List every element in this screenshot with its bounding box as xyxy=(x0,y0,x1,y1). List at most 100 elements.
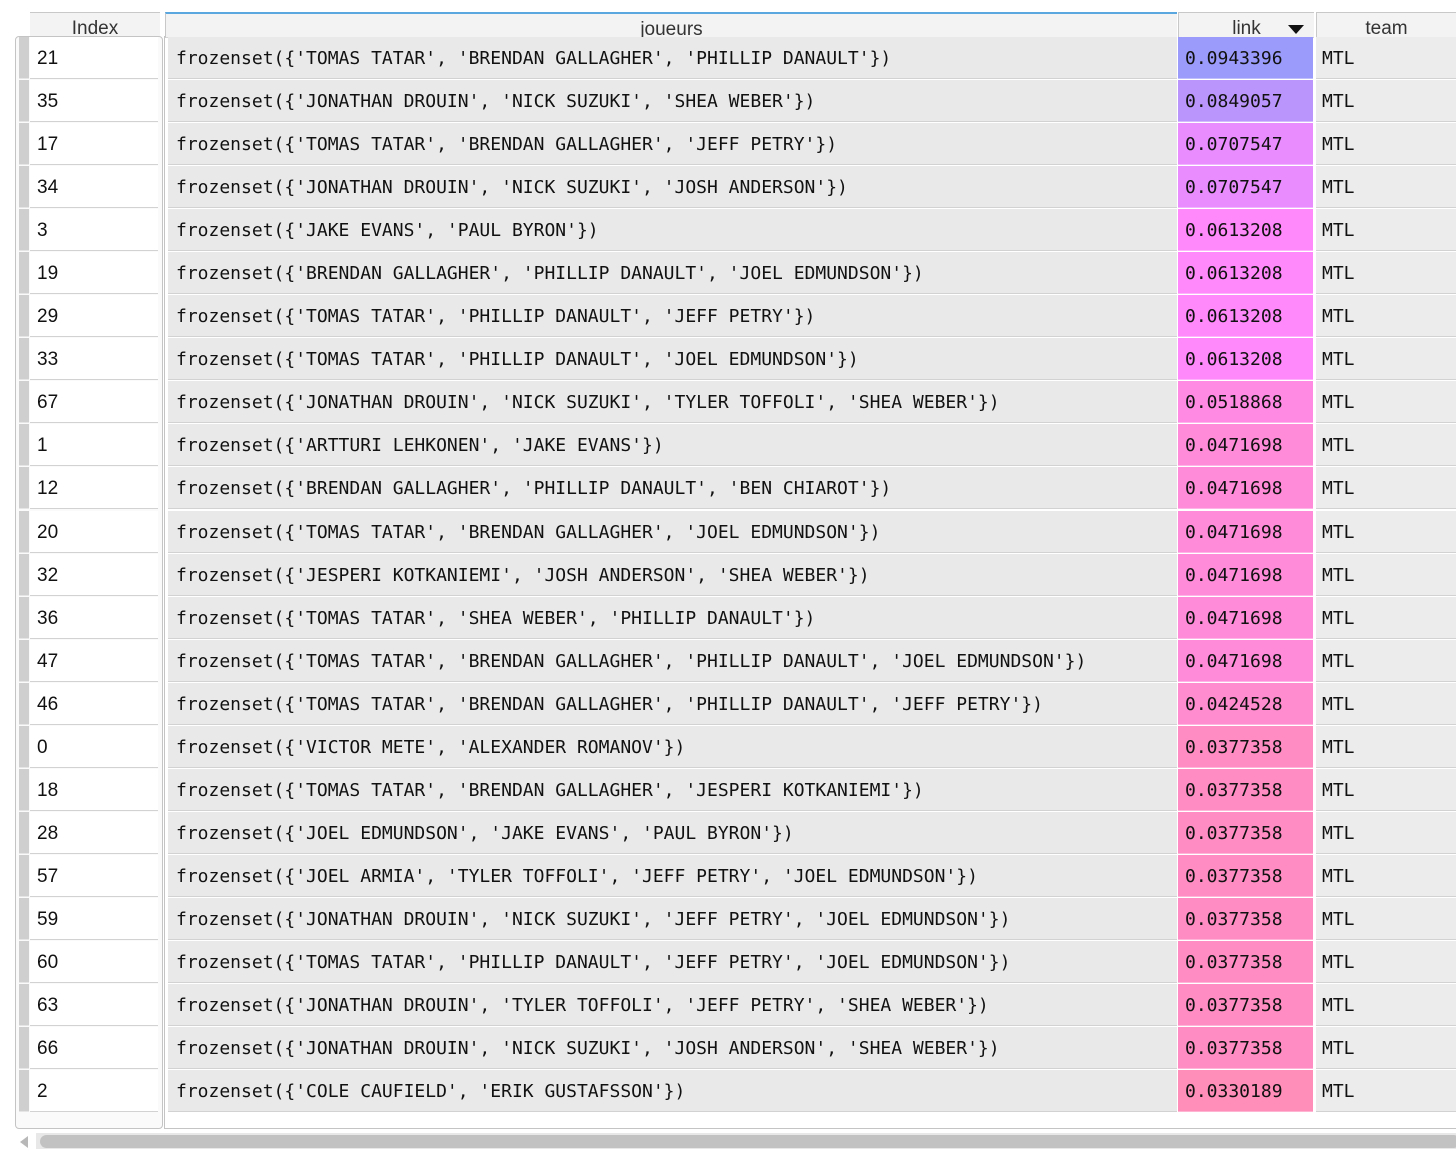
table-row[interactable]: 32 frozenset({'JESPERI KOTKANIEMI', 'JOSH… xyxy=(0,553,1456,597)
table-row[interactable]: 63 frozenset({'JONATHAN DROUIN', 'TYLER T… xyxy=(0,984,1456,1027)
joueurs-cell[interactable]: frozenset({'TOMAS TATAR', 'BRENDAN GALLA… xyxy=(168,510,1177,553)
index-cell[interactable]: 1 xyxy=(30,424,158,467)
index-cell[interactable]: 66 xyxy=(30,1027,158,1070)
link-cell[interactable]: 0.0471698 xyxy=(1178,553,1313,596)
index-cell[interactable]: 3 xyxy=(30,209,158,252)
team-cell[interactable]: MTL xyxy=(1316,37,1456,79)
team-cell[interactable]: MTL xyxy=(1316,984,1456,1027)
link-cell[interactable]: 0.0471698 xyxy=(1178,424,1313,467)
column-header-link[interactable]: link xyxy=(1178,12,1314,38)
joueurs-cell[interactable]: frozenset({'TOMAS TATAR', 'BRENDAN GALLA… xyxy=(168,768,1177,811)
link-cell[interactable]: 0.0943396 xyxy=(1178,37,1313,79)
team-cell[interactable]: MTL xyxy=(1316,768,1456,811)
index-cell[interactable]: 36 xyxy=(30,596,158,639)
index-cell[interactable]: 59 xyxy=(30,897,158,940)
link-cell[interactable]: 0.0377358 xyxy=(1178,1027,1313,1070)
scrollbar-thumb[interactable] xyxy=(40,1135,1456,1148)
team-cell[interactable]: MTL xyxy=(1316,424,1456,467)
index-cell[interactable]: 19 xyxy=(30,252,158,295)
team-cell[interactable]: MTL xyxy=(1316,854,1456,897)
column-header-joueurs[interactable]: joueurs xyxy=(165,12,1177,38)
table-row[interactable]: 60 frozenset({'TOMAS TATAR', 'PHILLIP DAN… xyxy=(0,940,1456,984)
table-row[interactable]: 17 frozenset({'TOMAS TATAR', 'BRENDAN GAL… xyxy=(0,123,1456,166)
team-cell[interactable]: MTL xyxy=(1316,510,1456,553)
team-cell[interactable]: MTL xyxy=(1316,80,1456,123)
team-cell[interactable]: MTL xyxy=(1316,725,1456,768)
table-row[interactable]: 34 frozenset({'JONATHAN DROUIN', 'NICK SU… xyxy=(0,166,1456,209)
table-row[interactable]: 57 frozenset({'JOEL ARMIA', 'TYLER TOFFOL… xyxy=(0,854,1456,898)
link-cell[interactable]: 0.0707547 xyxy=(1178,166,1313,209)
joueurs-cell[interactable]: frozenset({'TOMAS TATAR', 'PHILLIP DANAU… xyxy=(168,940,1177,983)
team-cell[interactable]: MTL xyxy=(1316,811,1456,854)
table-row[interactable]: 28 frozenset({'JOEL EDMUNDSON', 'JAKE EVA… xyxy=(0,811,1456,855)
table-row[interactable]: 1 frozenset({'ARTTURI LEHKONEN', 'JAKE EV… xyxy=(0,424,1456,467)
link-cell[interactable]: 0.0471698 xyxy=(1178,510,1313,553)
team-cell[interactable]: MTL xyxy=(1316,639,1456,682)
joueurs-cell[interactable]: frozenset({'JONATHAN DROUIN', 'NICK SUZU… xyxy=(168,381,1177,424)
index-cell[interactable]: 28 xyxy=(30,811,158,854)
joueurs-cell[interactable]: frozenset({'BRENDAN GALLAGHER', 'PHILLIP… xyxy=(168,467,1177,510)
joueurs-cell[interactable]: frozenset({'TOMAS TATAR', 'BRENDAN GALLA… xyxy=(168,639,1177,682)
team-cell[interactable]: MTL xyxy=(1316,553,1456,596)
link-cell[interactable]: 0.0377358 xyxy=(1178,940,1313,983)
link-cell[interactable]: 0.0377358 xyxy=(1178,811,1313,854)
table-row[interactable]: 19 frozenset({'BRENDAN GALLAGHER', 'PHILL… xyxy=(0,252,1456,295)
index-cell[interactable]: 63 xyxy=(30,984,158,1027)
column-header-team[interactable]: team xyxy=(1316,12,1456,38)
index-cell[interactable]: 2 xyxy=(30,1070,158,1113)
link-cell[interactable]: 0.0471698 xyxy=(1178,639,1313,682)
link-cell[interactable]: 0.0613208 xyxy=(1178,338,1313,381)
team-cell[interactable]: MTL xyxy=(1316,940,1456,983)
link-cell[interactable]: 0.0518868 xyxy=(1178,381,1313,424)
link-cell[interactable]: 0.0471698 xyxy=(1178,467,1313,510)
joueurs-cell[interactable]: frozenset({'TOMAS TATAR', 'BRENDAN GALLA… xyxy=(168,37,1177,79)
joueurs-cell[interactable]: frozenset({'COLE CAUFIELD', 'ERIK GUSTAF… xyxy=(168,1070,1177,1113)
joueurs-cell[interactable]: frozenset({'BRENDAN GALLAGHER', 'PHILLIP… xyxy=(168,252,1177,295)
joueurs-cell[interactable]: frozenset({'JAKE EVANS', 'PAUL BYRON'}) xyxy=(168,209,1177,252)
team-cell[interactable]: MTL xyxy=(1316,123,1456,166)
index-cell[interactable]: 34 xyxy=(30,166,158,209)
joueurs-cell[interactable]: frozenset({'ARTTURI LEHKONEN', 'JAKE EVA… xyxy=(168,424,1177,467)
team-cell[interactable]: MTL xyxy=(1316,295,1456,338)
scroll-left-arrow-icon[interactable] xyxy=(20,1136,28,1148)
link-cell[interactable]: 0.0377358 xyxy=(1178,725,1313,768)
link-cell[interactable]: 0.0613208 xyxy=(1178,295,1313,338)
horizontal-scrollbar[interactable] xyxy=(20,1133,1456,1149)
index-cell[interactable]: 0 xyxy=(30,725,158,768)
link-cell[interactable]: 0.0613208 xyxy=(1178,252,1313,295)
team-cell[interactable]: MTL xyxy=(1316,381,1456,424)
table-row[interactable]: 67 frozenset({'JONATHAN DROUIN', 'NICK SU… xyxy=(0,381,1456,424)
table-row[interactable]: 46 frozenset({'TOMAS TATAR', 'BRENDAN GAL… xyxy=(0,682,1456,726)
joueurs-cell[interactable]: frozenset({'TOMAS TATAR', 'BRENDAN GALLA… xyxy=(168,123,1177,166)
team-cell[interactable]: MTL xyxy=(1316,1027,1456,1070)
joueurs-cell[interactable]: frozenset({'JONATHAN DROUIN', 'NICK SUZU… xyxy=(168,897,1177,940)
link-cell[interactable]: 0.0377358 xyxy=(1178,984,1313,1027)
sort-descending-icon[interactable] xyxy=(1288,25,1304,34)
table-row[interactable]: 21 frozenset({'TOMAS TATAR', 'BRENDAN GAL… xyxy=(0,37,1456,80)
team-cell[interactable]: MTL xyxy=(1316,897,1456,940)
joueurs-cell[interactable]: frozenset({'TOMAS TATAR', 'PHILLIP DANAU… xyxy=(168,338,1177,381)
index-cell[interactable]: 60 xyxy=(30,940,158,983)
joueurs-cell[interactable]: frozenset({'JONATHAN DROUIN', 'NICK SUZU… xyxy=(168,80,1177,123)
team-cell[interactable]: MTL xyxy=(1316,252,1456,295)
joueurs-cell[interactable]: frozenset({'JOEL ARMIA', 'TYLER TOFFOLI'… xyxy=(168,854,1177,897)
link-cell[interactable]: 0.0707547 xyxy=(1178,123,1313,166)
table-row[interactable]: 20 frozenset({'TOMAS TATAR', 'BRENDAN GAL… xyxy=(0,510,1456,554)
link-cell[interactable]: 0.0377358 xyxy=(1178,897,1313,940)
joueurs-cell[interactable]: frozenset({'TOMAS TATAR', 'BRENDAN GALLA… xyxy=(168,682,1177,725)
table-row[interactable]: 35 frozenset({'JONATHAN DROUIN', 'NICK SU… xyxy=(0,80,1456,123)
joueurs-cell[interactable]: frozenset({'VICTOR METE', 'ALEXANDER ROM… xyxy=(168,725,1177,768)
link-cell[interactable]: 0.0471698 xyxy=(1178,596,1313,639)
joueurs-cell[interactable]: frozenset({'JOEL EDMUNDSON', 'JAKE EVANS… xyxy=(168,811,1177,854)
link-cell[interactable]: 0.0377358 xyxy=(1178,768,1313,811)
table-row[interactable]: 36 frozenset({'TOMAS TATAR', 'SHEA WEBER'… xyxy=(0,596,1456,640)
link-cell[interactable]: 0.0377358 xyxy=(1178,854,1313,897)
index-cell[interactable]: 17 xyxy=(30,123,158,166)
index-cell[interactable]: 57 xyxy=(30,854,158,897)
index-cell[interactable]: 35 xyxy=(30,80,158,123)
index-cell[interactable]: 67 xyxy=(30,381,158,424)
table-row[interactable]: 59 frozenset({'JONATHAN DROUIN', 'NICK SU… xyxy=(0,897,1456,941)
joueurs-cell[interactable]: frozenset({'JONATHAN DROUIN', 'NICK SUZU… xyxy=(168,166,1177,209)
index-cell[interactable]: 32 xyxy=(30,553,158,596)
index-cell[interactable]: 33 xyxy=(30,338,158,381)
